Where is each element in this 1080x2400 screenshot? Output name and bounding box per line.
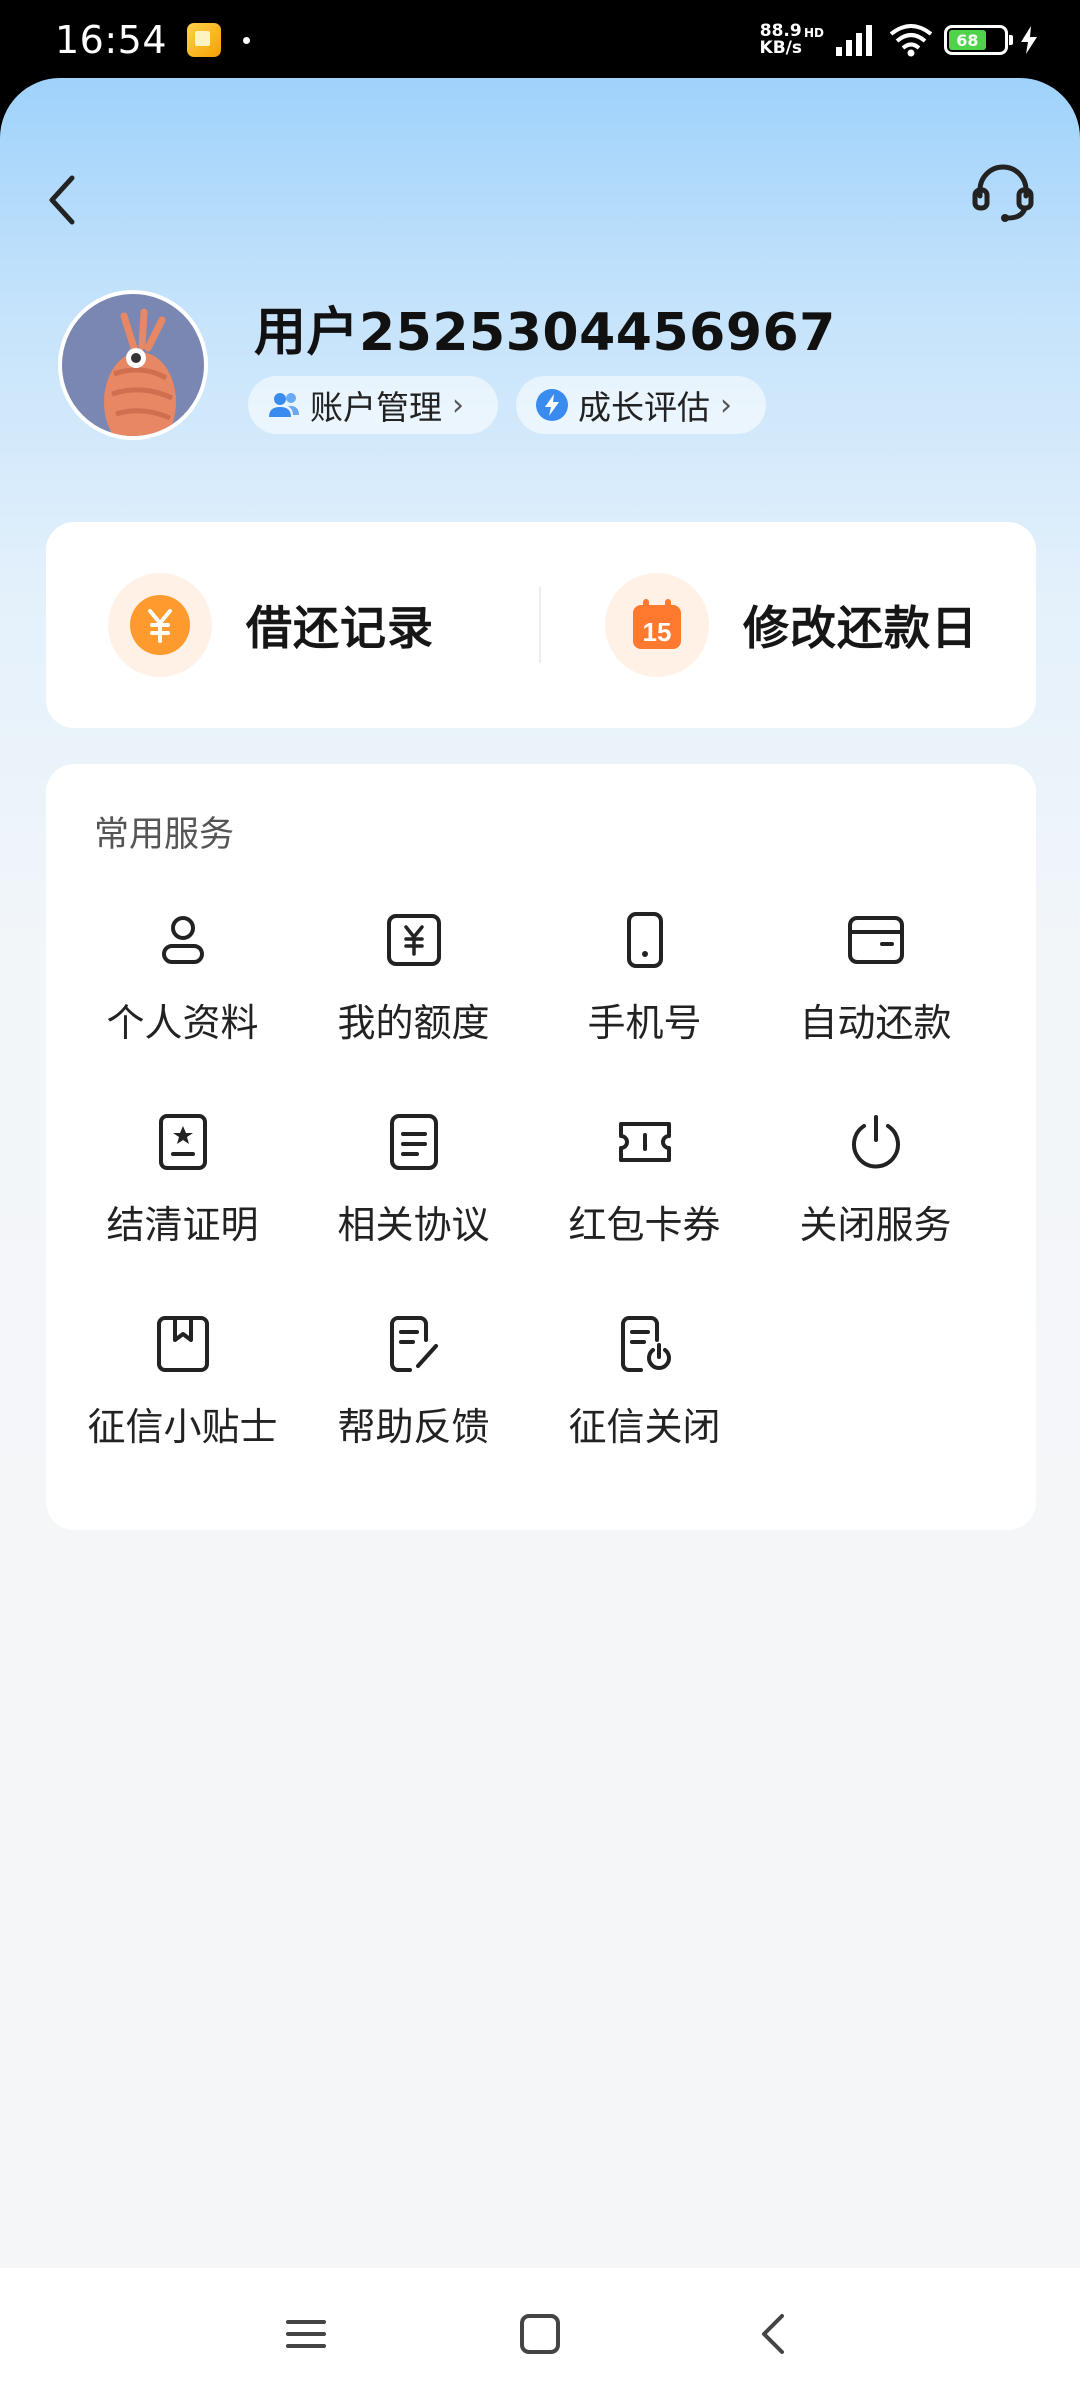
quick-actions-card: 借还记录 15 修改还款日 bbox=[46, 522, 1036, 728]
service-label: 关闭服务 bbox=[799, 1203, 952, 1247]
calendar-badge: 15 bbox=[643, 617, 672, 647]
bookmark-icon bbox=[156, 1316, 209, 1372]
certificate-icon bbox=[158, 1114, 207, 1170]
document-icon bbox=[389, 1114, 438, 1170]
system-nav-bar bbox=[0, 2268, 1080, 2400]
change-repayment-day-button[interactable]: 15 修改还款日 bbox=[541, 522, 1036, 728]
person-icon bbox=[161, 916, 204, 964]
loan-records-button[interactable]: 借还记录 bbox=[46, 522, 539, 728]
hd-badge: HD bbox=[803, 26, 824, 40]
service-label: 我的额度 bbox=[337, 1001, 490, 1045]
users-icon bbox=[269, 393, 299, 417]
ticket-icon bbox=[618, 1122, 671, 1162]
services-grid: 个人资料 我的额度 手机号 自动还款 结清证明 相关协议 红包卡券 关闭服务 征… bbox=[46, 904, 1036, 1510]
back-chevron-icon[interactable] bbox=[40, 168, 84, 232]
service-phone-number[interactable]: 手机号 bbox=[529, 904, 760, 1106]
loan-records-label: 借还记录 bbox=[246, 601, 434, 655]
charging-bolt-icon bbox=[1021, 26, 1037, 54]
service-credit-tips[interactable]: 征信小贴士 bbox=[67, 1308, 298, 1510]
service-label: 相关协议 bbox=[337, 1203, 490, 1247]
growth-evaluation-label: 成长评估 bbox=[578, 388, 710, 427]
status-time: 16:54 bbox=[55, 18, 168, 62]
home-icon[interactable] bbox=[512, 2306, 568, 2362]
service-auto-repay[interactable]: 自动还款 bbox=[760, 904, 991, 1106]
status-indicators: 88.9 KB/s HD 68 bbox=[760, 22, 1040, 58]
service-label: 自动还款 bbox=[799, 1001, 952, 1045]
username: 用户2525304456967 bbox=[254, 303, 836, 363]
credit-limit-icon bbox=[386, 914, 441, 966]
service-label: 结清证明 bbox=[106, 1203, 259, 1247]
battery-level: 68 bbox=[949, 30, 986, 50]
account-management-button[interactable]: 账户管理 › bbox=[248, 376, 498, 434]
growth-bolt-icon bbox=[536, 389, 568, 421]
service-help-feedback[interactable]: 帮助反馈 bbox=[298, 1308, 529, 1510]
account-management-label: 账户管理 bbox=[310, 388, 442, 427]
signal-icon bbox=[836, 25, 872, 56]
headset-icon[interactable] bbox=[970, 158, 1036, 224]
yuan-coin-icon bbox=[108, 573, 212, 677]
service-label: 红包卡券 bbox=[568, 1203, 721, 1247]
service-label: 手机号 bbox=[587, 1001, 702, 1045]
avatar[interactable] bbox=[58, 290, 208, 440]
service-label: 征信小贴士 bbox=[87, 1405, 278, 1449]
common-services-card: 常用服务 个人资料 我的额度 手机号 自动还款 结清证明 相关协议 红包卡券 关… bbox=[46, 764, 1036, 1530]
battery-icon: 68 bbox=[944, 25, 1013, 55]
calendar-15-icon: 15 bbox=[605, 573, 709, 677]
back-icon[interactable] bbox=[746, 2306, 802, 2362]
service-settlement-certificate[interactable]: 结清证明 bbox=[67, 1106, 298, 1308]
growth-evaluation-button[interactable]: 成长评估 › bbox=[516, 376, 766, 434]
service-credit-close[interactable]: 征信关闭 bbox=[529, 1308, 760, 1510]
power-icon bbox=[851, 1115, 900, 1169]
phone-icon bbox=[626, 912, 663, 968]
service-label: 征信关闭 bbox=[568, 1405, 721, 1449]
phone-screen: 16:54 88.9 KB/s HD 68 用户2525304456967 账户… bbox=[0, 0, 1080, 2400]
profile-page: 用户2525304456967 账户管理 › 成长评估 › 借还记录 15 修改… bbox=[0, 78, 1080, 2400]
section-title: 常用服务 bbox=[94, 815, 235, 855]
wifi-icon bbox=[889, 24, 933, 57]
status-bar: 16:54 88.9 KB/s HD 68 bbox=[0, 0, 1080, 80]
service-agreements[interactable]: 相关协议 bbox=[298, 1106, 529, 1308]
notification-app-icon bbox=[187, 23, 222, 57]
service-credit-limit[interactable]: 我的额度 bbox=[298, 904, 529, 1106]
change-repayment-day-label: 修改还款日 bbox=[743, 601, 978, 655]
service-label: 个人资料 bbox=[106, 1001, 259, 1045]
network-speed-unit: KB/s bbox=[759, 38, 802, 58]
service-personal-info[interactable]: 个人资料 bbox=[67, 904, 298, 1106]
chevron-right-icon: › bbox=[452, 387, 464, 423]
menu-icon[interactable] bbox=[278, 2306, 334, 2362]
wallet-icon bbox=[847, 916, 904, 964]
service-coupons[interactable]: 红包卡券 bbox=[529, 1106, 760, 1308]
service-label: 帮助反馈 bbox=[337, 1405, 490, 1449]
document-power-icon bbox=[620, 1316, 671, 1372]
network-speed: 88.9 KB/s bbox=[760, 23, 802, 57]
service-close-service[interactable]: 关闭服务 bbox=[760, 1106, 991, 1308]
chevron-right-icon: › bbox=[720, 387, 732, 423]
shrimp-mascot-icon bbox=[104, 308, 176, 436]
notification-dot-icon bbox=[243, 36, 251, 44]
edit-note-icon bbox=[389, 1316, 438, 1372]
